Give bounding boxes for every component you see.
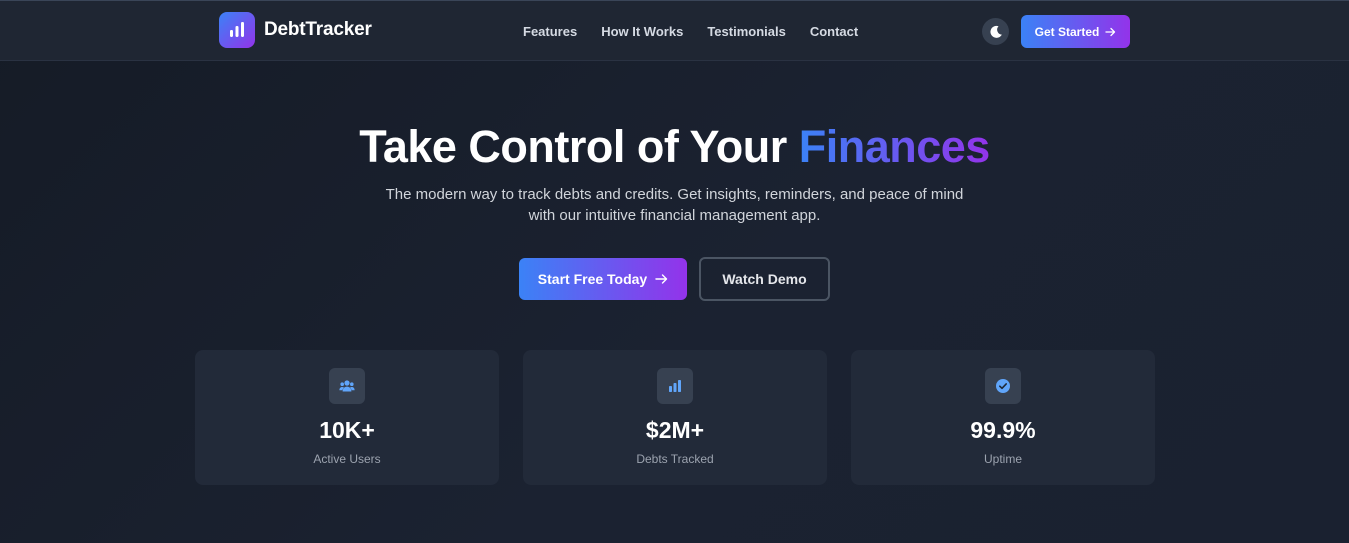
bar-chart-icon xyxy=(657,368,693,404)
watch-demo-label: Watch Demo xyxy=(722,271,807,287)
arrow-right-icon xyxy=(655,273,668,285)
nav-links: Features How It Works Testimonials Conta… xyxy=(523,1,882,61)
navbar: DebtTracker Features How It Works Testim… xyxy=(0,1,1349,61)
theme-toggle-button[interactable] xyxy=(982,18,1009,45)
brand[interactable]: DebtTracker xyxy=(219,12,372,48)
stat-label: Debts Tracked xyxy=(636,452,714,466)
hero-title: Take Control of Your Finances xyxy=(0,121,1349,173)
stat-value: 99.9% xyxy=(970,417,1036,443)
users-icon xyxy=(329,368,365,404)
start-free-label: Start Free Today xyxy=(537,271,648,287)
get-started-button[interactable]: Get Started xyxy=(1021,15,1130,48)
stat-card-uptime: 99.9% Uptime xyxy=(851,350,1155,485)
stat-value: $2M+ xyxy=(645,417,705,443)
stat-label: Uptime xyxy=(983,452,1022,466)
stat-card-users: 10K+ Active Users xyxy=(195,350,499,485)
nav-link-features[interactable]: Features xyxy=(523,24,577,39)
nav-link-testimonials[interactable]: Testimonials xyxy=(707,24,786,39)
stat-value: 10K+ xyxy=(319,417,375,443)
moon-icon xyxy=(989,25,1003,39)
hero-subtitle: The modern way to track debts and credit… xyxy=(385,186,964,224)
stat-label: Active Users xyxy=(313,452,381,466)
check-circle-icon xyxy=(985,368,1021,404)
get-started-label: Get Started xyxy=(1034,24,1100,39)
hero-title-main: Take Control of Your xyxy=(359,121,799,172)
watch-demo-button[interactable]: Watch Demo xyxy=(699,257,830,301)
nav-link-contact[interactable]: Contact xyxy=(810,24,858,39)
bar-chart-logo-icon xyxy=(219,12,255,48)
start-free-button[interactable]: Start Free Today xyxy=(519,258,687,300)
brand-name: DebtTracker xyxy=(264,19,372,40)
stat-card-debts: $2M+ Debts Tracked xyxy=(523,350,827,485)
arrow-right-icon xyxy=(1105,27,1116,37)
hero-title-accent: Finances xyxy=(798,121,991,172)
nav-link-how-it-works[interactable]: How It Works xyxy=(601,24,683,39)
